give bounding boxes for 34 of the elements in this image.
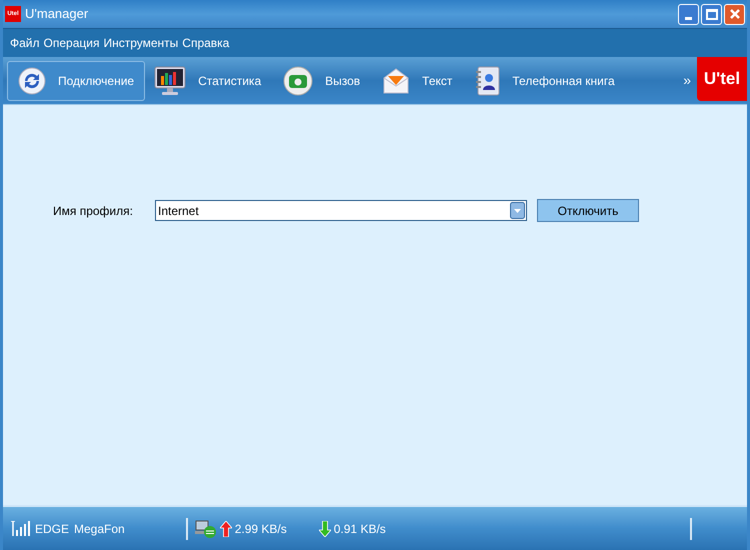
toolbar-tab[interactable]: Вызов bbox=[278, 60, 366, 100]
menu-item[interactable]: Операция bbox=[44, 34, 100, 52]
monitor-chart-icon bbox=[154, 66, 186, 96]
profile-label: Имя профиля: bbox=[53, 202, 134, 220]
download-arrow-icon bbox=[318, 520, 331, 536]
menu-item[interactable]: Файл bbox=[10, 34, 40, 52]
minimize-button[interactable] bbox=[678, 4, 699, 24]
menu-item[interactable]: Справка bbox=[182, 34, 230, 52]
maximize-button[interactable] bbox=[701, 4, 722, 24]
brand-logo: U'tel bbox=[697, 57, 747, 101]
close-button[interactable] bbox=[724, 4, 745, 24]
download-speed: 0.91 KB/s bbox=[334, 520, 386, 538]
disconnect-button[interactable]: Отключить bbox=[537, 199, 639, 222]
network-type: EDGE bbox=[35, 520, 70, 538]
envelope-icon bbox=[382, 66, 410, 94]
telephone-icon bbox=[283, 66, 314, 96]
menu-item[interactable]: Инструменты bbox=[103, 34, 178, 52]
upload-speed: 2.99 KB/s bbox=[234, 520, 287, 538]
window-title: U'manager bbox=[25, 5, 88, 24]
contact-book-icon bbox=[474, 66, 500, 96]
computer-icon bbox=[194, 520, 217, 538]
minimize-icon bbox=[685, 16, 692, 20]
toolbar-tab[interactable]: Телефонная книга bbox=[469, 60, 620, 100]
profile-dropdown[interactable]: Internet bbox=[155, 200, 527, 221]
toolbar-tab[interactable]: Текст bbox=[377, 60, 458, 100]
close-icon bbox=[728, 8, 740, 20]
toolbar-tab[interactable]: Статистика bbox=[149, 60, 266, 100]
toolbar-tab[interactable]: Подключение bbox=[7, 60, 146, 100]
signal-icon bbox=[10, 521, 30, 536]
upload-arrow-icon bbox=[220, 520, 232, 536]
refresh-icon bbox=[18, 66, 46, 94]
more-button[interactable]: » bbox=[683, 70, 691, 91]
operator-name: MegaFon bbox=[74, 520, 125, 538]
maximize-icon bbox=[706, 8, 718, 20]
